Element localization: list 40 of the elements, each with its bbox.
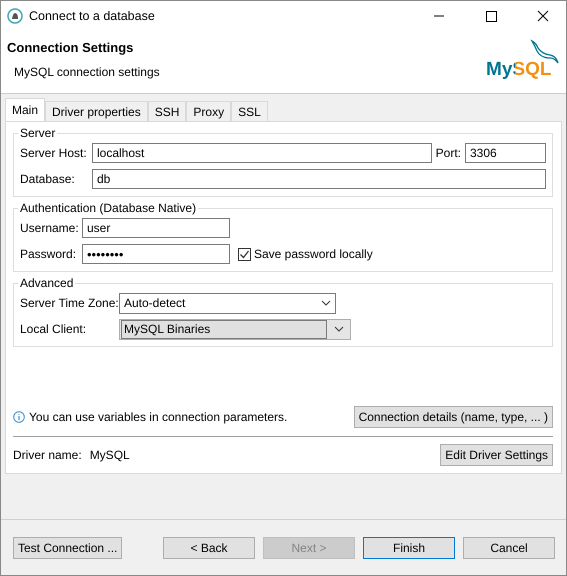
- info-text: You can use variables in connection parameters.: [29, 410, 288, 424]
- dialog-button[interactable]: < Back: [163, 536, 255, 558]
- dialog-button[interactable]: Cancel: [463, 536, 555, 558]
- input-field[interactable]: localhost: [92, 143, 432, 163]
- page-title: Connection Settings: [7, 40, 134, 55]
- tab[interactable]: SSH: [148, 101, 186, 121]
- dialog-button[interactable]: Test Connection ...: [13, 536, 122, 558]
- chevron-down-icon: [321, 300, 331, 306]
- input-field[interactable]: 3306: [465, 143, 546, 163]
- field-label: Server Host:: [20, 146, 88, 160]
- field-label: Port:: [436, 146, 461, 160]
- chevron-down-icon: [334, 326, 344, 332]
- window-title: Connect to a database: [29, 9, 156, 23]
- group-title: Server: [19, 126, 56, 140]
- checkbox[interactable]: [238, 248, 251, 260]
- dropdown[interactable]: MySQL Binaries: [119, 318, 351, 340]
- field-label: Database:: [20, 172, 76, 186]
- tab[interactable]: Driver properties: [45, 101, 148, 121]
- driver-name: MySQL: [90, 448, 130, 462]
- password-field[interactable]: ••••••••: [82, 244, 230, 264]
- tab[interactable]: SSL: [231, 101, 268, 121]
- edit-driver-button[interactable]: Edit Driver Settings: [440, 444, 553, 466]
- dropdown[interactable]: Auto-detect: [119, 292, 336, 314]
- tab[interactable]: Proxy: [186, 101, 232, 121]
- dialog-button[interactable]: Finish: [363, 536, 455, 558]
- input-field[interactable]: db: [92, 169, 546, 189]
- logo: MySQL: [486, 59, 552, 81]
- field-label: Password:: [20, 247, 78, 261]
- group-title: Authentication (Database Native): [19, 201, 198, 215]
- field-label: Local Client:: [20, 322, 88, 336]
- group-title: Advanced: [19, 276, 74, 290]
- checkbox-label: Save password locally: [254, 247, 373, 261]
- field-label: Username:: [20, 221, 78, 235]
- app-icon: [7, 8, 23, 24]
- info-icon: [13, 411, 25, 423]
- page-subtitle: MySQL connection settings: [13, 65, 161, 79]
- input-field[interactable]: user: [82, 218, 230, 238]
- driver-label: Driver name:: [13, 448, 82, 462]
- tab[interactable]: Main: [5, 98, 46, 121]
- connection-details-button[interactable]: Connection details (name, type, ... ): [354, 406, 553, 428]
